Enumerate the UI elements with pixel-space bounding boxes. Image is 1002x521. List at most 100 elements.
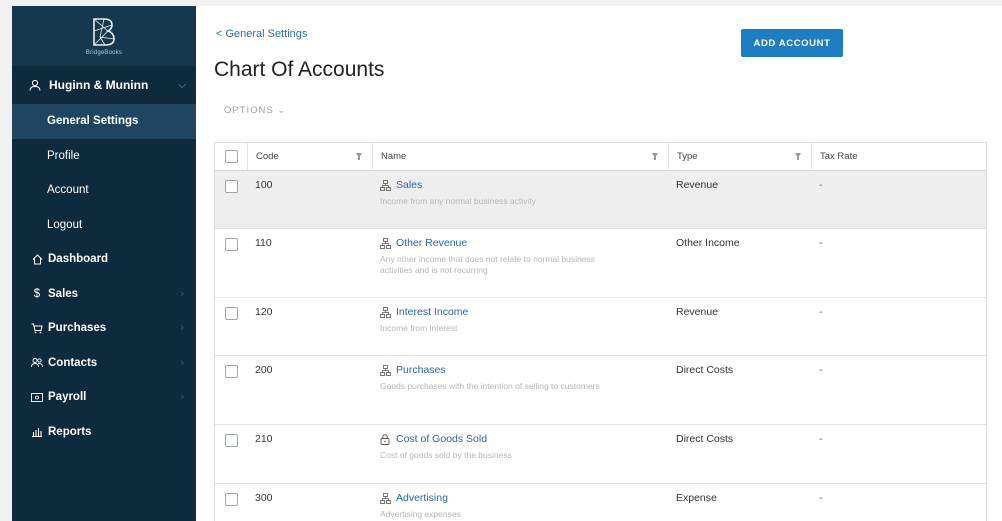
hierarchy-icon	[380, 306, 392, 318]
row-checkbox[interactable]	[224, 493, 238, 506]
options-dropdown[interactable]: OPTIONS ⌄	[224, 105, 286, 116]
sidebar-item-label: Reports	[48, 425, 92, 438]
table-row[interactable]: 110 Other Revenue Any other income that …	[215, 229, 986, 298]
account-type: Direct Costs	[676, 364, 734, 376]
column-header-label: Code	[256, 151, 279, 162]
row-select-cell	[215, 356, 247, 424]
account-code: 300	[255, 492, 273, 504]
window-frame	[0, 0, 12, 521]
table-row[interactable]: 300 Advertising Advertising expenses Exp…	[215, 484, 986, 521]
add-account-button[interactable]: ADD ACCOUNT	[741, 29, 843, 57]
bridgebooks-logo-icon	[93, 17, 115, 46]
main-content: < General Settings Chart Of Accounts ADD…	[196, 6, 1002, 521]
column-header-code[interactable]: Code	[247, 143, 372, 170]
account-name-link[interactable]: Interest Income	[380, 306, 660, 318]
row-select-cell	[215, 425, 247, 483]
column-header-type[interactable]: Type	[668, 143, 811, 170]
hierarchy-icon	[380, 179, 392, 191]
account-name-link[interactable]: Other Revenue	[380, 237, 660, 249]
account-name-cell: Other Revenue Any other income that does…	[372, 229, 668, 297]
filter-icon[interactable]	[795, 153, 801, 160]
sidebar-item-general-settings[interactable]: General Settings	[12, 104, 196, 139]
account-tax-rate: -	[819, 433, 823, 445]
row-checkbox[interactable]	[224, 238, 238, 251]
row-checkbox[interactable]	[224, 180, 238, 193]
column-header-tax-rate[interactable]: Tax Rate	[811, 143, 986, 170]
sidebar-item-label: Profile	[47, 149, 80, 162]
account-name-link[interactable]: Advertising	[380, 492, 660, 504]
account-name-cell: Purchases Goods purchases with the inten…	[372, 356, 668, 424]
table-row[interactable]: 120 Interest Income Income from interest…	[215, 298, 986, 356]
select-all-checkbox[interactable]	[224, 150, 238, 163]
home-icon	[31, 254, 43, 265]
row-select-cell	[215, 298, 247, 355]
chevron-right-icon: ›	[180, 322, 184, 335]
column-header-name[interactable]: Name	[372, 143, 668, 170]
account-tax-rate: -	[819, 306, 823, 318]
contacts-icon	[31, 357, 43, 368]
account-description: Income from any normal business activity	[380, 196, 536, 206]
payroll-icon	[31, 392, 43, 402]
account-tax-rate: -	[819, 237, 823, 249]
table-row[interactable]: 100 Sales Income from any normal busines…	[215, 171, 986, 229]
sidebar-item-profile[interactable]: Profile	[12, 139, 196, 174]
sidebar-item-dashboard[interactable]: Dashboard	[12, 242, 196, 277]
account-name: Other Revenue	[396, 237, 468, 249]
sidebar: BridgeBooks Huginn & Muninn ⌵ General Se…	[12, 6, 196, 521]
account-name-cell: Cost of Goods Sold Cost of goods sold by…	[372, 425, 668, 483]
hierarchy-icon	[380, 364, 392, 376]
account-type: Expense	[676, 492, 717, 504]
account-code: 100	[255, 179, 273, 191]
sidebar-item-payroll[interactable]: Payroll ›	[12, 380, 196, 415]
table-row[interactable]: 210 Cost of Goods Sold Cost of goods sol…	[215, 425, 986, 484]
table-header: Code Name Type Tax Rate	[215, 143, 986, 171]
sidebar-item-sales[interactable]: $ Sales ›	[12, 277, 196, 312]
back-to-general-settings-link[interactable]: < General Settings	[216, 28, 307, 40]
sidebar-item-label: Purchases	[48, 322, 107, 335]
filter-icon[interactable]	[652, 153, 658, 160]
row-checkbox[interactable]	[224, 307, 238, 320]
sidebar-item-label: Sales	[48, 287, 79, 300]
chevron-right-icon: ›	[180, 287, 184, 300]
sidebar-item-purchases[interactable]: Purchases ›	[12, 311, 196, 346]
row-select-cell	[215, 484, 247, 521]
account-code: 120	[255, 306, 273, 318]
account-name: Cost of Goods Sold	[396, 433, 488, 445]
account-tax-rate: -	[819, 364, 823, 376]
account-code: 110	[255, 237, 272, 249]
sidebar-item-contacts[interactable]: Contacts ›	[12, 346, 196, 381]
filter-icon[interactable]	[356, 153, 362, 160]
account-name-link[interactable]: Cost of Goods Sold	[380, 433, 660, 445]
sidebar-item-label: Dashboard	[48, 253, 109, 266]
sidebar-item-label: Logout	[47, 218, 83, 231]
app-logo[interactable]: BridgeBooks	[12, 6, 196, 66]
user-icon	[29, 79, 43, 91]
account-description: Any other income that does not relate to…	[380, 254, 595, 275]
lock-icon	[380, 433, 392, 445]
dollar-icon: $	[33, 287, 41, 300]
logo-text: BridgeBooks	[85, 49, 123, 56]
sidebar-item-logout[interactable]: Logout	[12, 208, 196, 243]
org-name: Huginn & Muninn	[49, 78, 149, 92]
account-type: Revenue	[676, 306, 719, 318]
chevron-right-icon: ›	[180, 391, 184, 404]
account-name: Advertising	[396, 492, 448, 504]
accounts-table: Code Name Type Tax Rate 100 Sales Income…	[214, 142, 987, 521]
row-checkbox[interactable]	[224, 434, 238, 447]
row-checkbox[interactable]	[224, 365, 238, 378]
account-tax-rate: -	[819, 179, 823, 191]
account-name-link[interactable]: Purchases	[380, 364, 660, 376]
org-switcher[interactable]: Huginn & Muninn ⌵	[12, 66, 196, 104]
sidebar-item-account[interactable]: Account	[12, 173, 196, 208]
sidebar-item-reports[interactable]: Reports	[12, 415, 196, 450]
account-tax-rate: -	[819, 492, 823, 504]
account-name-link[interactable]: Sales	[380, 179, 660, 191]
row-select-cell	[215, 229, 247, 297]
account-type: Direct Costs	[676, 433, 734, 445]
table-row[interactable]: 200 Purchases Goods purchases with the i…	[215, 356, 986, 425]
account-code: 210	[255, 433, 273, 445]
account-description: Income from interest	[380, 323, 458, 333]
sidebar-item-label: Account	[47, 184, 89, 197]
column-header-label: Name	[381, 151, 407, 162]
column-header-label: Type	[677, 151, 698, 162]
